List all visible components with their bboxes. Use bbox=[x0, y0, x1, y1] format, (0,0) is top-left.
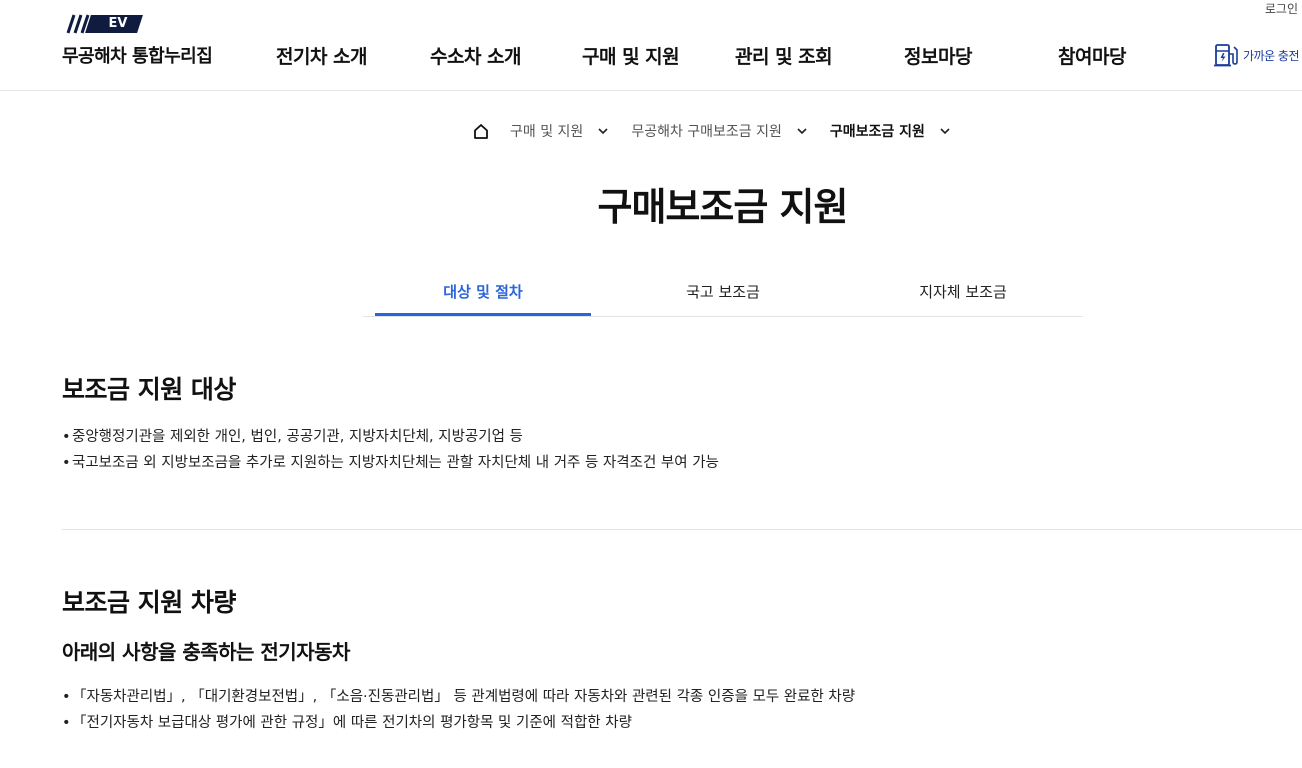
breadcrumb-label: 구매보조금 지원 bbox=[829, 124, 925, 140]
nav-item-purchase-support[interactable]: 구매 및 지원 bbox=[582, 42, 680, 69]
nearby-charging-label: 가까운 충전 bbox=[1243, 48, 1300, 63]
list-item: •「전기자동차 보급대상 평가에 관한 규정」에 따른 전기차의 평가항목 및 … bbox=[62, 715, 632, 731]
logo-badge-text: EV bbox=[108, 16, 128, 31]
list-item: •「자동차관리법」, 「대기환경보전법」, 「소음·진동관리법」 등 관계법령에… bbox=[62, 689, 856, 705]
nav-item-manage-lookup[interactable]: 관리 및 조회 bbox=[735, 42, 833, 69]
charging-station-icon bbox=[1214, 44, 1238, 67]
nav-item-info[interactable]: 정보마당 bbox=[904, 42, 972, 69]
section-divider bbox=[62, 529, 1302, 530]
site-logo[interactable]: EV 무공해차 통합누리집 bbox=[62, 14, 213, 67]
tab-bar: 대상 및 절차 국고 보조금 지자체 보조금 bbox=[363, 272, 1083, 317]
nav-item-participation[interactable]: 참여마당 bbox=[1058, 42, 1126, 69]
chevron-down-icon bbox=[598, 128, 608, 135]
list-item: •중앙행정기관을 제외한 개인, 법인, 공공기관, 지방자치단체, 지방공기업… bbox=[62, 429, 523, 445]
chevron-down-icon bbox=[940, 128, 950, 135]
section-title-target: 보조금 지원 대상 bbox=[62, 375, 236, 404]
tab-target-procedure[interactable]: 대상 및 절차 bbox=[375, 272, 591, 316]
list-item: •국고보조금 외 지방보조금을 추가로 지원하는 지방자치단체는 관할 자치단체… bbox=[62, 455, 719, 471]
logo-mark: EV bbox=[62, 14, 143, 34]
section-title-vehicles: 보조금 지원 차량 bbox=[62, 588, 236, 617]
login-link[interactable]: 로그인 bbox=[1265, 0, 1298, 17]
nearby-charging-button[interactable]: 가까운 충전 bbox=[1213, 42, 1300, 68]
breadcrumb-label: 구매 및 지원 bbox=[510, 124, 584, 140]
breadcrumb-item-purchase-support[interactable]: 구매 및 지원 bbox=[510, 121, 631, 141]
section-subtitle-vehicles: 아래의 사항을 충족하는 전기자동차 bbox=[62, 640, 350, 664]
tab-national-subsidy[interactable]: 국고 보조금 bbox=[615, 272, 831, 316]
vehicles-bullet-list: •「자동차관리법」, 「대기환경보전법」, 「소음·진동관리법」 등 관계법령에… bbox=[62, 684, 855, 736]
main-nav: 전기차 소개 수소차 소개 구매 및 지원 관리 및 조회 정보마당 참여마당 bbox=[0, 42, 1302, 70]
site-header: EV 무공해차 통합누리집 로그인 전기차 소개 수소차 소개 구매 및 지원 … bbox=[0, 0, 1302, 91]
nav-item-hydrogen-intro[interactable]: 수소차 소개 bbox=[430, 42, 522, 69]
tab-local-subsidy[interactable]: 지자체 보조금 bbox=[855, 272, 1071, 316]
target-bullet-list: •중앙행정기관을 제외한 개인, 법인, 공공기관, 지방자치단체, 지방공기업… bbox=[62, 424, 719, 476]
breadcrumb-item-current[interactable]: 구매보조금 지원 bbox=[830, 121, 973, 141]
nav-item-ev-intro[interactable]: 전기차 소개 bbox=[276, 42, 368, 69]
home-icon[interactable] bbox=[472, 122, 490, 140]
breadcrumb-item-subsidy[interactable]: 무공해차 구매보조금 지원 bbox=[631, 121, 830, 141]
chevron-down-icon bbox=[797, 128, 807, 135]
page-title: 구매보조금 지원 bbox=[597, 185, 849, 229]
breadcrumb-label: 무공해차 구매보조금 지원 bbox=[631, 124, 782, 140]
breadcrumb: 구매 및 지원 무공해차 구매보조금 지원 구매보조금 지원 bbox=[472, 120, 973, 142]
